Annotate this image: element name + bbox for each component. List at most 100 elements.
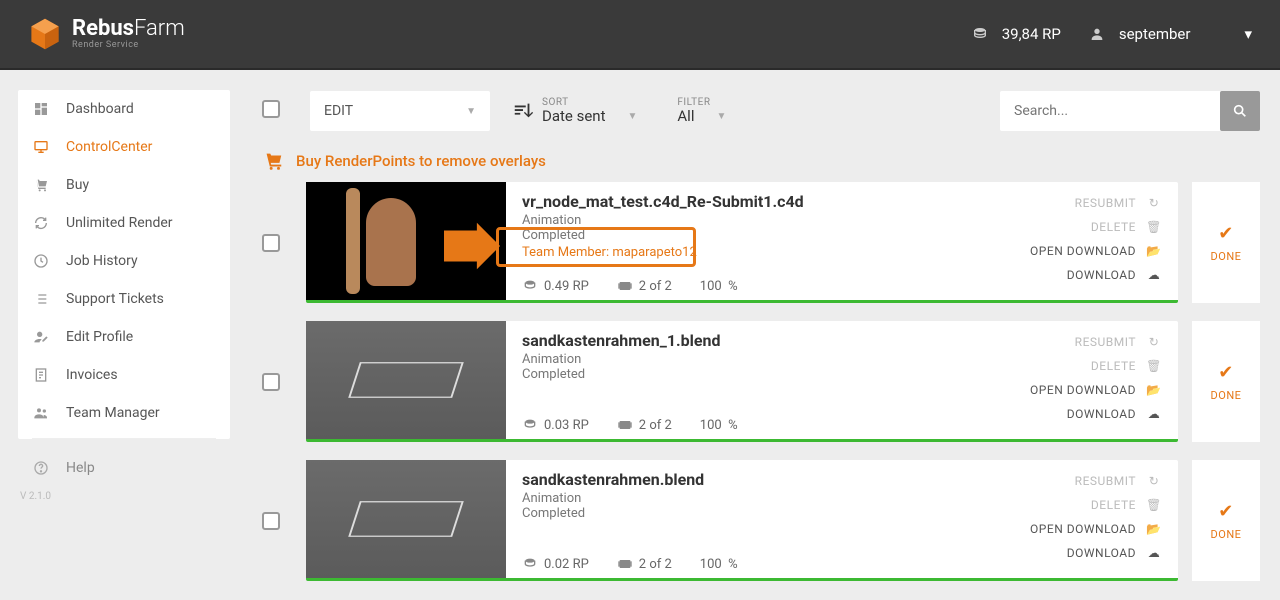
job-metrics: 0.02 RP 2 of 2 100 % [522, 550, 952, 572]
sidebar-item-dashboard[interactable]: Dashboard [18, 90, 230, 128]
select-all-checkbox[interactable] [262, 100, 280, 118]
brand-tagline: Render Service [72, 40, 185, 50]
open-download-button[interactable]: OPEN DOWNLOAD📂 [1030, 518, 1162, 540]
sidebar-item-label: Unlimited Render [66, 215, 173, 231]
open-download-button[interactable]: OPEN DOWNLOAD📂 [1030, 240, 1162, 262]
download-button[interactable]: DOWNLOAD☁ [1067, 264, 1162, 286]
job-metrics: 0.49 RP 2 of 2 100 % [522, 272, 952, 294]
job-progress: 100 % [700, 418, 738, 433]
cloud-download-icon: ☁ [1146, 268, 1162, 282]
check-icon: ✔ [1218, 223, 1234, 244]
cloud-download-icon: ☁ [1146, 546, 1162, 560]
banner-text: Buy RenderPoints to remove overlays [296, 152, 546, 170]
resubmit-button[interactable]: RESUBMIT↻ [1075, 331, 1162, 353]
trash-icon: 🗑 [1146, 220, 1162, 234]
check-icon: ✔ [1218, 501, 1234, 522]
user-edit-icon [32, 328, 50, 346]
dashboard-icon [32, 100, 50, 118]
done-label: DONE [1211, 250, 1242, 263]
done-badge: ✔ DONE [1192, 182, 1260, 303]
search-button[interactable] [1220, 91, 1260, 131]
job-thumbnail[interactable] [306, 460, 506, 578]
folder-open-icon: 📂 [1146, 522, 1162, 536]
job-row: sandkastenrahmen_1.blend Animation Compl… [262, 321, 1260, 442]
folder-open-icon: 📂 [1146, 383, 1162, 397]
check-icon: ✔ [1218, 362, 1234, 383]
help-icon [32, 459, 50, 477]
job-type: Animation [522, 491, 952, 506]
balance-value: 39,84 RP [1002, 25, 1061, 43]
job-status: Completed [522, 228, 952, 243]
sidebar-item-label: Dashboard [66, 101, 134, 117]
list-icon [32, 290, 50, 308]
sidebar: Dashboard ControlCenter Buy Unlimited Rende… [18, 90, 230, 581]
delete-button[interactable]: DELETE🗑 [1091, 355, 1162, 377]
sidebar-item-edit-profile[interactable]: Edit Profile [18, 318, 230, 356]
job-frames: 2 of 2 [617, 417, 672, 433]
open-download-button[interactable]: OPEN DOWNLOAD📂 [1030, 379, 1162, 401]
job-type: Animation [522, 352, 952, 367]
arrow-icon [444, 222, 502, 274]
job-type: Animation [522, 213, 952, 228]
sidebar-item-label: Support Tickets [66, 291, 164, 307]
job-progress: 100 % [700, 279, 738, 294]
chevron-down-icon: ▼ [716, 111, 726, 122]
help-label: Help [66, 460, 95, 476]
trash-icon: 🗑 [1146, 498, 1162, 512]
user-icon [1089, 26, 1105, 42]
toolbar: EDIT ▼ SORT Date sent▼ FILTER All▼ [262, 90, 1260, 132]
sort-control[interactable]: SORT Date sent▼ [510, 97, 637, 125]
sidebar-item-team-manager[interactable]: Team Manager [18, 394, 230, 432]
download-button[interactable]: DOWNLOAD☁ [1067, 542, 1162, 564]
download-button[interactable]: DOWNLOAD☁ [1067, 403, 1162, 425]
job-checkbox[interactable] [262, 512, 280, 530]
job-frames: 2 of 2 [617, 278, 672, 294]
brand-logo[interactable]: RebusFarm Render Service [28, 17, 972, 51]
delete-button[interactable]: DELETE🗑 [1091, 494, 1162, 516]
search-input[interactable] [1000, 103, 1220, 119]
buy-points-banner[interactable]: Buy RenderPoints to remove overlays [262, 132, 1260, 182]
job-checkbox[interactable] [262, 234, 280, 252]
main-content: EDIT ▼ SORT Date sent▼ FILTER All▼ [234, 90, 1262, 581]
job-thumbnail[interactable] [306, 321, 506, 439]
cart-icon [262, 150, 284, 172]
job-title: sandkastenrahmen.blend [522, 470, 952, 489]
version-label: V 2.1.0 [18, 485, 230, 508]
help-link[interactable]: Help [18, 451, 230, 485]
job-status: Completed [522, 506, 952, 521]
refresh-icon: ↻ [1146, 196, 1162, 210]
folder-open-icon: 📂 [1146, 244, 1162, 258]
resubmit-button[interactable]: RESUBMIT↻ [1075, 192, 1162, 214]
sidebar-item-controlcenter[interactable]: ControlCenter [18, 128, 230, 166]
job-title: sandkastenrahmen_1.blend [522, 331, 952, 350]
sidebar-item-job-history[interactable]: Job History [18, 242, 230, 280]
sort-icon [510, 98, 536, 124]
edit-dropdown[interactable]: EDIT ▼ [310, 91, 490, 131]
sidebar-item-invoices[interactable]: Invoices [18, 356, 230, 394]
chevron-down-icon: ▼ [627, 111, 637, 122]
resubmit-button[interactable]: RESUBMIT↻ [1075, 470, 1162, 492]
balance-display[interactable]: 39,84 RP [972, 25, 1061, 43]
job-rp: 0.49 RP [522, 278, 589, 294]
user-menu[interactable]: september ▾ [1089, 25, 1252, 43]
sidebar-item-support-tickets[interactable]: Support Tickets [18, 280, 230, 318]
sidebar-item-unlimited-render[interactable]: Unlimited Render [18, 204, 230, 242]
done-label: DONE [1211, 389, 1242, 402]
job-checkbox[interactable] [262, 373, 280, 391]
job-actions: RESUBMIT↻ DELETE🗑 OPEN DOWNLOAD📂 DOWNLOA… [968, 321, 1178, 439]
invoice-icon [32, 366, 50, 384]
cloud-download-icon: ☁ [1146, 407, 1162, 421]
sidebar-item-buy[interactable]: Buy [18, 166, 230, 204]
sidebar-item-label: ControlCenter [66, 139, 152, 155]
app-header: RebusFarm Render Service 39,84 RP septem… [0, 0, 1280, 70]
monitor-icon [32, 138, 50, 156]
team-icon [32, 404, 50, 422]
brand-name: RebusFarm [72, 18, 185, 40]
refresh-icon: ↻ [1146, 335, 1162, 349]
delete-button[interactable]: DELETE🗑 [1091, 216, 1162, 238]
job-title: vr_node_mat_test.c4d_Re-Submit1.c4d [522, 192, 952, 211]
sidebar-item-label: Team Manager [66, 405, 160, 421]
chevron-down-icon: ▼ [466, 106, 476, 117]
job-row: vr_node_mat_test.c4d_Re-Submit1.c4d Anim… [262, 182, 1260, 303]
filter-control[interactable]: FILTER All▼ [677, 97, 726, 125]
